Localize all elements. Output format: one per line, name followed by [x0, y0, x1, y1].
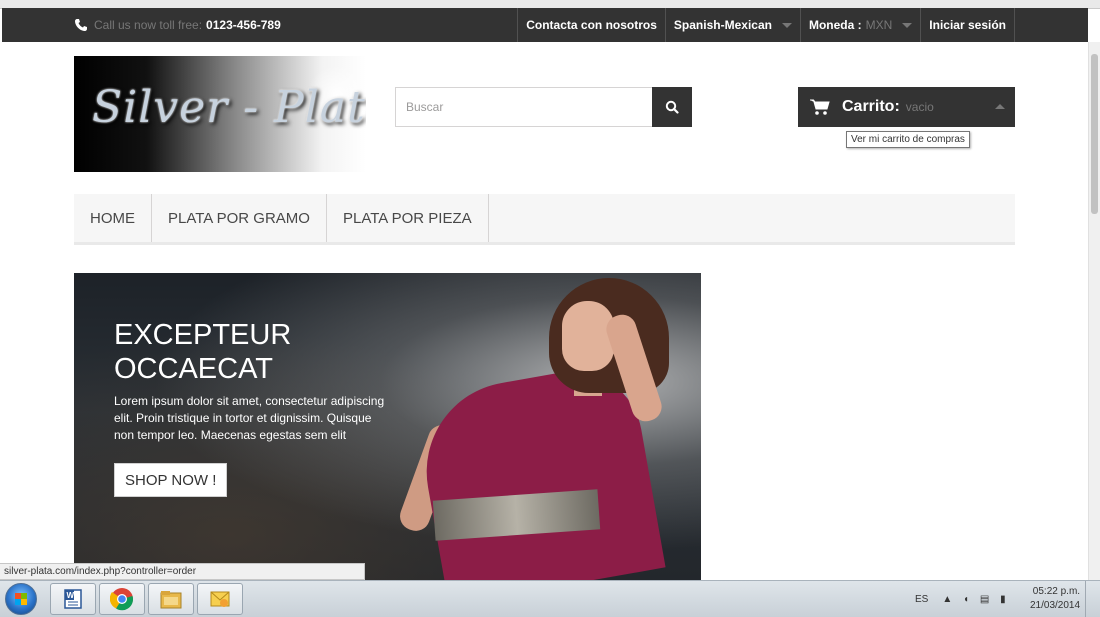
contact-link-label: Contacta con nosotros [526, 18, 657, 32]
slider-title: EXCEPTEUR OCCAECAT [114, 319, 292, 385]
main-menu: HOME PLATA POR GRAMO PLATA POR PIEZA [74, 194, 1015, 245]
login-link-label: Iniciar sesión [929, 18, 1006, 32]
language-value: Spanish-Mexican [673, 18, 772, 32]
shop-now-button[interactable]: SHOP NOW ! [114, 463, 228, 497]
chevron-up-icon [995, 104, 1005, 109]
chrome-icon [110, 588, 134, 611]
phone-icon [75, 19, 87, 31]
clock-date: 21/03/2014 [1030, 600, 1081, 611]
login-link[interactable]: Iniciar sesión [920, 8, 1015, 42]
cart-tooltip: Ver mi carrito de compras [846, 131, 970, 148]
currency-selector[interactable]: Moneda : MXN [799, 8, 920, 42]
taskbar-chrome-button[interactable] [99, 583, 145, 615]
tray-language[interactable]: ES [915, 594, 928, 605]
taskbar-outlook-button[interactable] [197, 583, 243, 615]
top-links: Contacta con nosotros Spanish-Mexican Mo… [517, 8, 1015, 42]
scrollbar-thumb[interactable] [1091, 54, 1098, 214]
language-selector[interactable]: Spanish-Mexican [664, 8, 800, 42]
word-icon: W [64, 589, 82, 609]
file-explorer-icon [160, 591, 182, 609]
call-label: Call us now toll free: [94, 18, 203, 32]
outlook-icon [210, 591, 230, 607]
phone-info: Call us now toll free: 0123-456-789 [74, 8, 281, 42]
page-scrollbar[interactable] [1088, 42, 1100, 580]
contact-link[interactable]: Contacta con nosotros [517, 8, 665, 42]
menu-item-home[interactable]: HOME [74, 194, 152, 242]
slider-description: Lorem ipsum dolor sit amet, consectetur … [114, 394, 385, 442]
tray-icons[interactable]: ▲ ◖ ▤ ▮ [942, 594, 1009, 605]
tray-arrow-icon[interactable]: ▲ [942, 594, 956, 605]
homepage-slider[interactable]: EXCEPTEUR OCCAECAT Lorem ipsum dolor sit… [74, 273, 701, 581]
show-desktop-button[interactable] [1085, 581, 1100, 617]
volume-icon[interactable]: ◖ [963, 594, 973, 605]
network-icon[interactable]: ▤ [980, 594, 993, 605]
clock-time: 05:22 p.m. [1032, 586, 1081, 597]
top-nav-bar: Call us now toll free: 0123-456-789 Cont… [2, 8, 1088, 42]
windows-logo-icon-lower [15, 599, 27, 605]
chevron-down-icon [781, 22, 792, 28]
logo-text: Silver - Plata [92, 82, 366, 133]
status-url: silver-plata.com/index.php?controller=or… [0, 563, 365, 580]
chevron-down-icon [902, 22, 913, 28]
menu-item-plata-por-gramo[interactable]: PLATA POR GRAMO [152, 194, 327, 242]
start-button[interactable] [5, 583, 37, 615]
model-figure-face [562, 301, 614, 371]
signal-icon[interactable]: ▮ [1000, 594, 1010, 605]
taskbar-word-button[interactable]: W [50, 583, 96, 615]
taskbar-explorer-button[interactable] [148, 583, 194, 615]
site-logo[interactable]: Silver - Plata [74, 56, 366, 172]
windows-taskbar: W ES ▲ ◖ ▤ ▮ 05:22 p.m. 21/03/2014 [0, 580, 1100, 617]
currency-value: MXN [865, 18, 893, 32]
cart-status: vacio [905, 100, 934, 114]
search-icon [665, 100, 679, 114]
cart-label: Carrito: [842, 98, 900, 115]
currency-label: Moneda : [808, 18, 862, 32]
cart-button[interactable]: Carrito: vacio [798, 87, 1015, 127]
tray-clock[interactable]: 05:22 p.m. 21/03/2014 [1030, 585, 1080, 613]
search-button[interactable] [652, 87, 692, 127]
phone-number: 0123-456-789 [206, 18, 281, 32]
search-input[interactable] [395, 87, 652, 127]
svg-text:W: W [67, 591, 75, 600]
menu-item-plata-por-pieza[interactable]: PLATA POR PIEZA [327, 194, 489, 242]
search-bar [395, 87, 692, 127]
system-tray: ES ▲ ◖ ▤ ▮ [915, 581, 1022, 617]
cart-icon [810, 99, 830, 115]
